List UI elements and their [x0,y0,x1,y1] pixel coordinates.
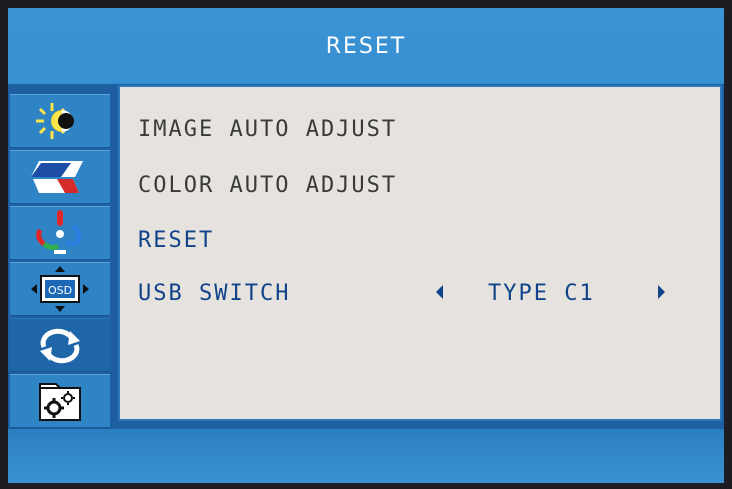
color-settings-icon [31,161,83,193]
menu-item-usb-switch[interactable]: USB SWITCH [138,279,290,309]
brightness-contrast-icon [36,103,74,139]
menu-title: RESET [325,33,407,59]
usb-switch-left-arrow-icon[interactable] [436,285,443,299]
osd-settings-icon: OSD [31,266,89,312]
sidebar-item-osd[interactable]: OSD [10,262,110,316]
sidebar-item-color[interactable] [10,150,110,204]
osd-icon-label: OSD [48,284,72,297]
other-settings-gears-icon [39,383,81,421]
sidebar-item-brightness[interactable] [10,94,110,148]
usb-switch-value: TYPE C1 [488,281,595,306]
menu-panel: IMAGE AUTO ADJUST COLOR AUTO ADJUST RESE… [118,85,722,421]
sidebar-item-reset[interactable] [10,318,110,372]
sidebar-item-other-settings[interactable] [10,374,110,428]
menu-item-color-auto-adjust[interactable]: COLOR AUTO ADJUST [138,171,397,201]
usb-switch-right-arrow-icon[interactable] [658,285,665,299]
menu-item-image-auto-adjust[interactable]: IMAGE AUTO ADJUST [138,115,397,145]
osd-menu-screen: RESET OSD IMAGE AUTO ADJUST COLOR AUTO A… [8,8,724,483]
osd-sidebar: OSD [8,94,112,428]
sidebar-item-picture[interactable] [10,206,110,260]
reset-arrows-icon [40,328,80,364]
picture-rgb-icon [36,210,82,254]
menu-item-reset[interactable]: RESET [138,226,214,256]
menu-footer-band [8,429,724,483]
